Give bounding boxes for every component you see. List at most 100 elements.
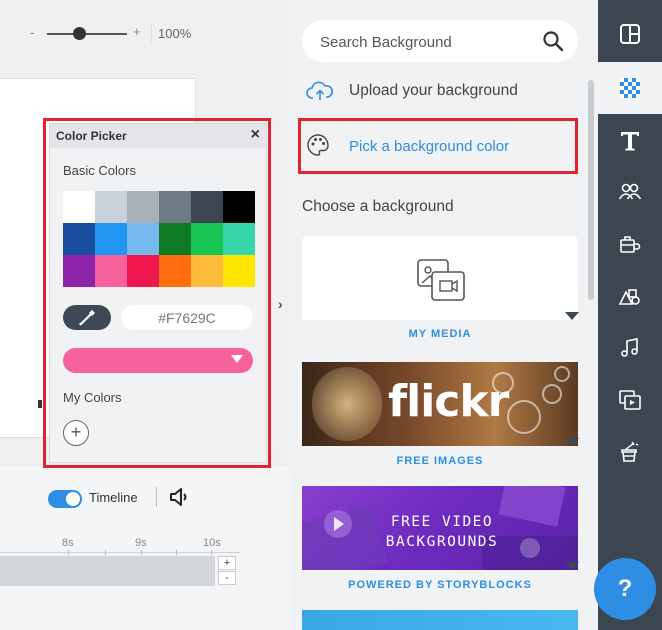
ruler-tick — [68, 550, 69, 555]
color-swatch[interactable] — [127, 191, 159, 223]
color-swatch[interactable] — [159, 223, 191, 255]
timeline-tick-label: 9s — [135, 537, 147, 549]
upload-background-button[interactable]: Upload your background — [302, 78, 572, 106]
color-picker-popup: Color Picker × Basic Colors My Colors + — [49, 123, 267, 463]
props-button[interactable] — [598, 218, 662, 270]
chevron-down-icon[interactable] — [565, 562, 579, 570]
free-images-caption: FREE IMAGES — [396, 455, 484, 467]
color-swatch[interactable] — [159, 191, 191, 223]
zoom-in-button[interactable]: + — [133, 24, 141, 39]
zoom-out-button[interactable]: - — [30, 24, 35, 40]
color-swatch[interactable] — [191, 191, 223, 223]
swatch-grid — [63, 191, 255, 287]
choose-background-heading: Choose a background — [302, 198, 454, 215]
chevron-down-icon[interactable] — [565, 438, 579, 446]
color-swatch[interactable] — [63, 223, 95, 255]
timeline-ruler — [0, 552, 240, 553]
my-media-tile[interactable] — [302, 236, 578, 320]
chevron-down-icon — [231, 355, 243, 363]
ruler-tick — [211, 550, 212, 555]
background-button[interactable] — [598, 62, 662, 114]
background-panel: Upload your background Pick a background… — [290, 0, 598, 630]
zoom-value: 100% — [158, 26, 192, 41]
timeline-tick-label: 10s — [203, 537, 221, 549]
image-highlight — [312, 367, 382, 441]
props-icon — [620, 236, 641, 253]
my-media-caption: MY MEDIA — [408, 328, 472, 340]
effects-button[interactable] — [598, 426, 662, 478]
chevron-down-icon[interactable] — [565, 312, 579, 320]
flickr-logo: flickr — [388, 376, 509, 427]
color-swatch[interactable] — [95, 223, 127, 255]
color-swatch[interactable] — [63, 191, 95, 223]
characters-button[interactable] — [598, 166, 662, 218]
shapes-icon — [618, 289, 640, 305]
video-tile-line: FREE VIDEO — [390, 514, 494, 530]
timeline-toggle-knob — [66, 492, 80, 506]
free-video-backgrounds-tile[interactable]: FREE VIDEO BACKGROUNDS — [302, 486, 578, 570]
help-button[interactable]: ? — [594, 558, 656, 620]
next-background-tile[interactable] — [302, 610, 578, 630]
pick-background-color-button[interactable]: Pick a background color — [302, 130, 562, 160]
effects-icon — [621, 441, 639, 462]
eyedropper-button[interactable] — [63, 305, 111, 330]
zoom-bar: - + 100% — [0, 0, 290, 70]
text-button[interactable] — [598, 114, 662, 166]
hex-color-input[interactable] — [121, 305, 253, 330]
layout-icon — [620, 24, 640, 44]
color-swatch[interactable] — [63, 255, 95, 287]
selected-color-dropdown[interactable] — [63, 348, 253, 373]
video-button[interactable] — [598, 374, 662, 426]
close-icon[interactable]: × — [251, 126, 260, 144]
color-swatch[interactable] — [191, 223, 223, 255]
timeline-track[interactable] — [0, 556, 215, 586]
search-icon[interactable] — [542, 30, 564, 52]
color-swatch[interactable] — [127, 223, 159, 255]
color-picker-title: Color Picker — [56, 129, 127, 143]
video-icon — [619, 390, 641, 410]
cloud-upload-icon — [306, 81, 333, 100]
bubble — [554, 366, 570, 382]
ruler-tick — [176, 550, 177, 555]
color-swatch[interactable] — [223, 255, 255, 287]
my-colors-label: My Colors — [63, 390, 122, 405]
zoom-slider[interactable] — [47, 33, 127, 35]
text-icon — [621, 132, 639, 151]
tool-sidebar — [598, 0, 662, 630]
bubble — [542, 384, 562, 404]
add-color-button[interactable]: + — [63, 420, 89, 446]
timeline-zoom-in-button[interactable]: + — [218, 556, 236, 570]
timeline-zoom-out-button[interactable]: - — [218, 571, 236, 585]
speaker-icon[interactable] — [168, 486, 190, 508]
color-swatch[interactable] — [159, 255, 191, 287]
panel-scrollbar[interactable] — [588, 80, 594, 300]
music-icon — [621, 338, 638, 357]
chevron-right-icon[interactable]: › — [278, 296, 283, 312]
eyedropper-icon — [79, 310, 95, 326]
shapes-button[interactable] — [598, 270, 662, 322]
video-tile-title: FREE VIDEO BACKGROUNDS — [372, 512, 512, 552]
layout-button[interactable] — [598, 8, 662, 60]
background-icon — [620, 78, 640, 98]
divider — [151, 24, 152, 42]
storyblocks-caption: POWERED BY STORYBLOCKS — [348, 579, 532, 591]
color-swatch[interactable] — [127, 255, 159, 287]
zoom-slider-thumb[interactable] — [72, 27, 86, 40]
color-swatch[interactable] — [223, 223, 255, 255]
music-button[interactable] — [598, 322, 662, 374]
timeline-label: Timeline — [89, 490, 138, 505]
color-swatch[interactable] — [191, 255, 223, 287]
free-images-tile[interactable]: flickr — [302, 362, 578, 446]
basic-colors-label: Basic Colors — [63, 163, 136, 178]
upload-background-label: Upload your background — [349, 82, 518, 99]
pick-background-color-label: Pick a background color — [349, 138, 510, 155]
color-swatch[interactable] — [223, 191, 255, 223]
canvas-mark — [38, 400, 42, 408]
ruler-tick — [105, 550, 106, 555]
palette-icon — [307, 134, 329, 156]
search-input[interactable] — [320, 32, 530, 52]
color-swatch[interactable] — [95, 255, 127, 287]
characters-icon — [618, 183, 642, 200]
video-tile-line: BACKGROUNDS — [385, 534, 499, 550]
color-swatch[interactable] — [95, 191, 127, 223]
